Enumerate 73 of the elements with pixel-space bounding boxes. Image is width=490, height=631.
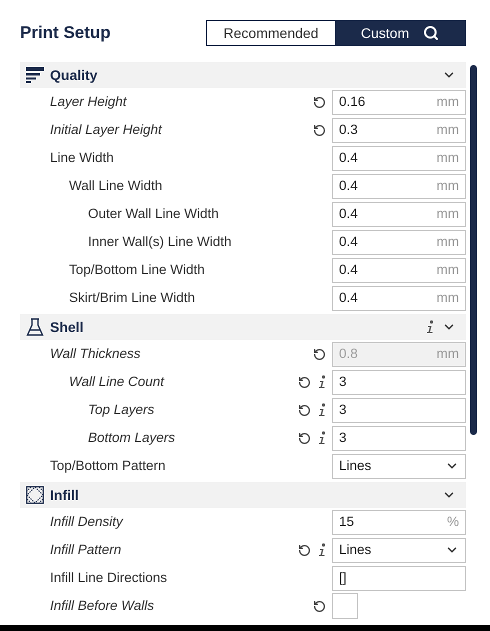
number-field[interactable]: 0.4 mm: [332, 286, 466, 310]
field-value: 3: [339, 428, 347, 447]
unit-label: mm: [436, 204, 459, 223]
reset-icon[interactable]: [313, 96, 326, 108]
field-value: 0.4: [339, 232, 358, 251]
unit-label: mm: [436, 176, 459, 195]
setting-label: Top/Bottom Pattern: [50, 456, 166, 475]
section-header[interactable]: Shell: [20, 314, 466, 340]
number-field[interactable]: 15 %: [332, 510, 466, 534]
unit-label: mm: [436, 288, 459, 307]
unit-label: mm: [436, 344, 459, 363]
field-value: 0.4: [339, 288, 358, 307]
section-title: Shell: [50, 318, 84, 336]
number-field[interactable]: 0.16 mm: [332, 90, 466, 114]
scrollbar-thumb[interactable]: [470, 65, 477, 435]
info-icon[interactable]: [318, 543, 326, 557]
dropdown[interactable]: Lines: [332, 538, 466, 562]
field-value: 0.4: [339, 204, 358, 223]
setting-label: Wall Thickness: [50, 344, 141, 363]
unit-label: mm: [436, 92, 459, 111]
number-field[interactable]: 0.4 mm: [332, 230, 466, 254]
field-value: 0.3: [339, 120, 358, 139]
unit-label: mm: [436, 232, 459, 251]
setting-label: Initial Layer Height: [50, 120, 162, 139]
setting-label: Infill Line Directions: [50, 568, 168, 587]
field-value: 0.8: [339, 344, 358, 363]
field-value: 0.4: [339, 260, 358, 279]
setting-label: Wall Line Count: [69, 372, 164, 391]
section-title: Quality: [50, 66, 98, 85]
reset-icon[interactable]: [313, 600, 326, 612]
setting-label: Outer Wall Line Width: [88, 204, 219, 223]
setting-label: Line Width: [50, 148, 114, 167]
setting-label: Inner Wall(s) Line Width: [88, 232, 232, 251]
field-value: 0.16: [339, 92, 366, 111]
unit-label: %: [446, 512, 459, 531]
search-icon[interactable]: [423, 25, 440, 41]
flask-icon: [26, 318, 44, 336]
number-field[interactable]: 0.4 mm: [332, 146, 466, 170]
reset-icon[interactable]: [298, 544, 311, 556]
infill-icon: [26, 486, 44, 504]
setting-label: Infill Before Walls: [50, 596, 154, 615]
reset-icon[interactable]: [313, 124, 326, 136]
mode-tab[interactable]: Custom: [335, 21, 465, 45]
number-field[interactable]: 0.3 mm: [332, 118, 466, 142]
checkbox[interactable]: [332, 593, 358, 619]
unit-label: mm: [436, 148, 459, 167]
setting-label: Top/Bottom Line Width: [69, 260, 205, 279]
dropdown[interactable]: Lines: [332, 454, 466, 478]
setting-label: Layer Height: [50, 92, 127, 111]
number-field[interactable]: 0.4 mm: [332, 174, 466, 198]
setting-label: Skirt/Brim Line Width: [69, 288, 196, 307]
info-icon[interactable]: [426, 320, 434, 334]
section-header[interactable]: Infill: [20, 482, 466, 508]
unit-label: mm: [436, 260, 459, 279]
setting-label: Infill Pattern: [50, 540, 122, 559]
section-title: Infill: [50, 486, 79, 504]
field-value: 0.4: [339, 148, 358, 167]
field-value: 3: [339, 400, 347, 419]
setting-label: Wall Line Width: [69, 176, 162, 195]
field-value: 3: [339, 372, 347, 391]
unit-label: mm: [436, 120, 459, 139]
number-field[interactable]: 0.4 mm: [332, 258, 466, 282]
setting-label: Bottom Layers: [88, 428, 176, 447]
panel-title: Print Setup: [20, 22, 111, 44]
quality-icon: [26, 67, 44, 83]
field-value: 15: [339, 512, 354, 531]
field-value: 0.4: [339, 176, 358, 195]
number-field[interactable]: 0.4 mm: [332, 202, 466, 226]
number-field[interactable]: []: [332, 566, 466, 590]
setting-label: Infill Density: [50, 512, 123, 531]
field-value: []: [339, 568, 347, 587]
setting-label: Top Layers: [88, 400, 154, 419]
section-header[interactable]: Quality: [20, 62, 466, 88]
